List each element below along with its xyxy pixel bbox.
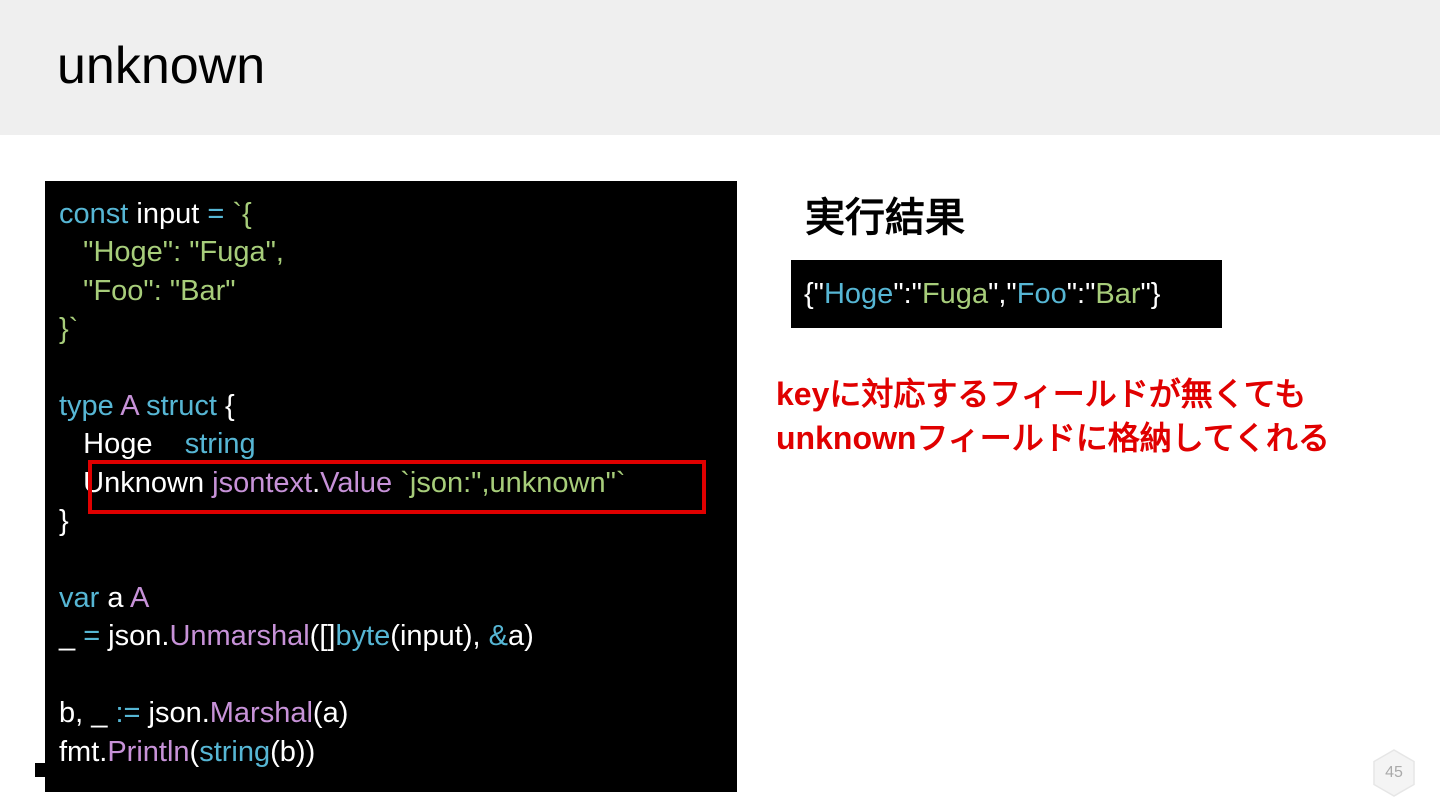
- output-token: {": [804, 278, 824, 310]
- code-line: }`: [59, 310, 78, 348]
- code-token: =: [207, 198, 225, 230]
- note-line-2: unknownフィールドに格納してくれる: [776, 420, 1330, 456]
- code-token: (: [189, 735, 200, 768]
- code-token: A: [129, 582, 150, 614]
- code-token: json.: [140, 697, 210, 730]
- output-token: Foo: [1016, 278, 1067, 310]
- code-token: b, _: [59, 697, 116, 730]
- code-token: A: [113, 390, 147, 422]
- output-token: ":": [893, 278, 922, 310]
- code-token: "Foo": "Bar": [59, 274, 236, 307]
- code-token: (input),: [390, 620, 489, 653]
- code-token: (b)): [270, 735, 316, 768]
- code-token: }: [59, 505, 69, 538]
- code-token: json.: [100, 620, 170, 653]
- code-token: var: [59, 582, 100, 614]
- code-token: Hoge: [59, 428, 185, 461]
- output-token: ",": [988, 278, 1017, 310]
- code-token: Marshal: [209, 697, 313, 730]
- slide-title: unknown: [57, 37, 266, 95]
- code-token: const: [59, 198, 129, 230]
- code-line: b, _ := json.Marshal(a): [59, 694, 348, 732]
- code-token: }`: [59, 313, 79, 346]
- code-line: }: [59, 502, 69, 540]
- code-token: Unmarshal: [169, 620, 310, 653]
- code-token: _: [59, 620, 84, 653]
- code-panel: const input = `{ "Hoge": "Fuga", "Foo": …: [45, 181, 737, 792]
- code-token: =: [83, 620, 101, 653]
- corner-mark: [35, 763, 45, 777]
- code-token: byte: [335, 620, 391, 653]
- note-line-1: keyに対応するフィールドが無くても: [776, 376, 1307, 412]
- code-token: type: [59, 390, 114, 422]
- code-line: fmt.Println(string(b)): [59, 733, 315, 771]
- code-token: "Hoge": "Fuga",: [59, 236, 284, 269]
- page-number-badge: 45: [1372, 749, 1416, 797]
- code-line: const input = `{: [59, 195, 252, 233]
- code-token: {: [217, 390, 235, 422]
- code-line: "Hoge": "Fuga",: [59, 233, 284, 271]
- code-line: _ = json.Unmarshal([]byte(input), &a): [59, 617, 534, 655]
- code-token: a: [99, 582, 130, 614]
- code-token: Println: [107, 735, 190, 768]
- output-token: Fuga: [921, 278, 989, 310]
- code-token: ([]: [309, 620, 336, 653]
- code-token: :=: [115, 697, 141, 730]
- code-token: struct: [146, 390, 217, 422]
- code-token: a): [507, 620, 534, 653]
- output-token: ":": [1066, 278, 1096, 310]
- code-token: (a): [312, 697, 349, 730]
- code-token: `{: [224, 198, 252, 230]
- result-heading: 実行結果: [805, 196, 965, 240]
- code-token: string: [199, 735, 271, 768]
- output-token: "}: [1140, 278, 1161, 310]
- title-bar: unknown: [0, 0, 1440, 135]
- note-text: keyに対応するフィールドが無くても unknownフィールドに格納してくれる: [776, 372, 1396, 460]
- code-line: type A struct {: [59, 387, 235, 425]
- code-line: Hoge string: [59, 425, 256, 463]
- result-output: {"Hoge":"Fuga","Foo":"Bar"}: [791, 260, 1222, 328]
- code-token: string: [184, 428, 256, 461]
- code-token: fmt.: [59, 735, 108, 768]
- page-number: 45: [1385, 764, 1403, 781]
- highlight-box: [88, 460, 706, 514]
- code-line: "Foo": "Bar": [59, 272, 236, 310]
- output-token: Bar: [1095, 278, 1141, 310]
- code-line: var a A: [59, 579, 149, 617]
- output-token: Hoge: [823, 278, 894, 310]
- code-token: input: [128, 198, 208, 230]
- code-token: &: [488, 620, 508, 653]
